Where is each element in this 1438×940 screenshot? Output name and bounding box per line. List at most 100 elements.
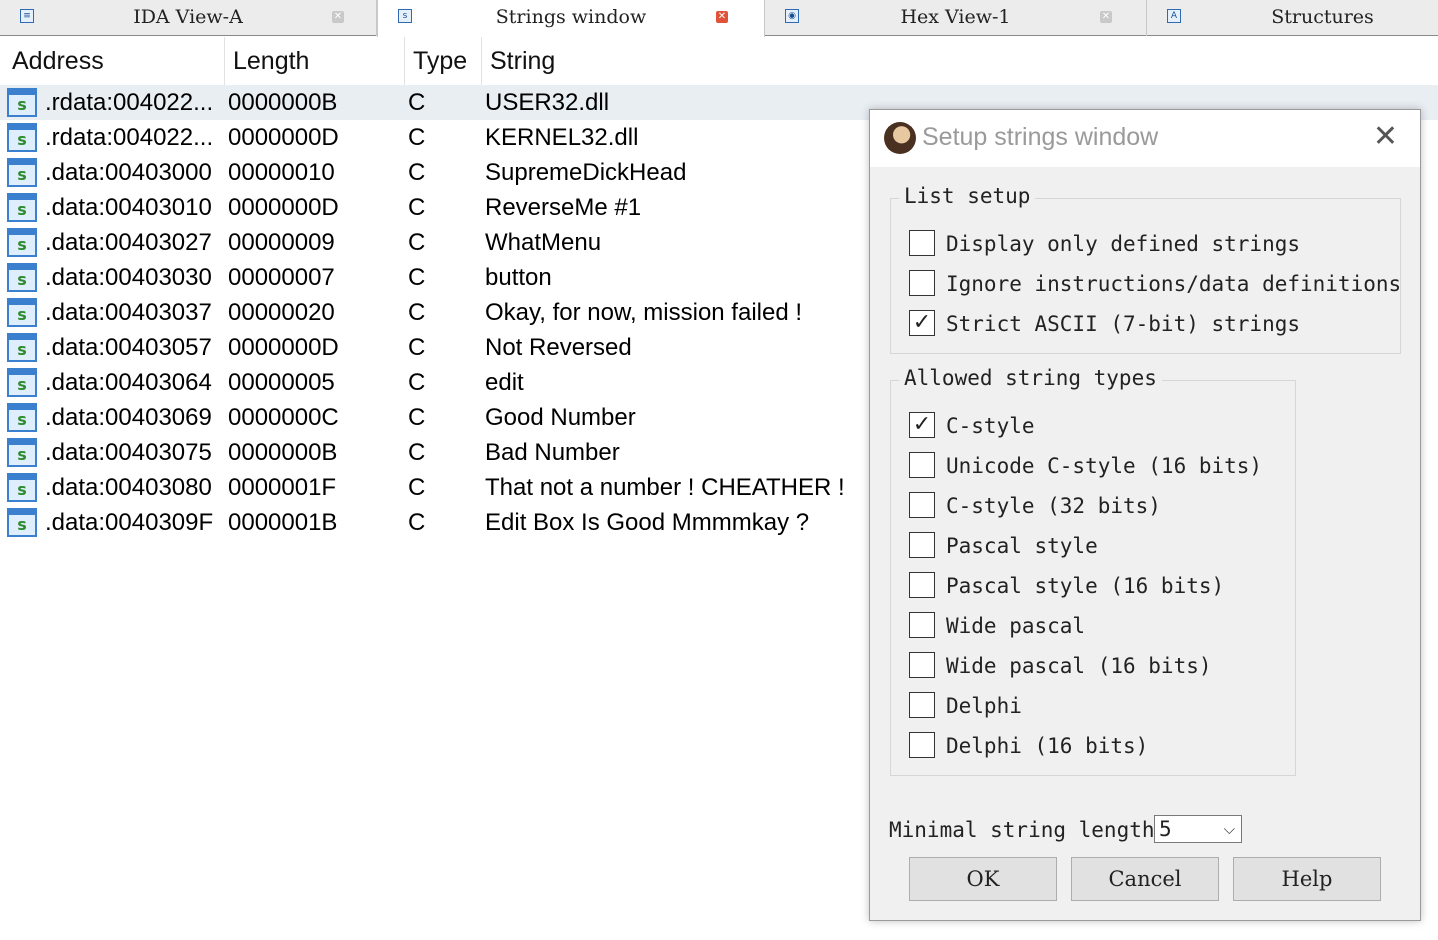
tab-hex-view-1[interactable]: ◉ Hex View-1 ✕ [765, 0, 1147, 36]
cell-length: 0000001B [228, 509, 338, 536]
tab-structures[interactable]: A Structures [1147, 0, 1438, 36]
checkbox[interactable] [909, 612, 935, 638]
checkbox[interactable] [909, 452, 935, 478]
tab-label: Strings window [495, 6, 647, 28]
cell-address: .data:00403080 [45, 474, 212, 501]
string-icon-glyph: s [17, 515, 27, 534]
cell-string: Bad Number [485, 439, 620, 466]
checkbox-label: Ignore instructions/data definitions [946, 272, 1402, 296]
tab-strings-window[interactable]: s Strings window ✕ [377, 0, 765, 37]
cancel-button[interactable]: Cancel [1071, 857, 1219, 901]
cell-type: C [408, 159, 426, 186]
cell-length: 0000000D [228, 124, 339, 151]
cell-type: C [408, 404, 426, 431]
checkbox[interactable]: ✓ [909, 412, 935, 438]
cell-string: WhatMenu [485, 229, 602, 256]
string-icon: s [7, 438, 37, 467]
close-icon[interactable]: ✕ [332, 11, 344, 23]
string-icon: s [7, 263, 37, 292]
cell-type: C [408, 439, 426, 466]
cell-length: 0000001F [228, 474, 337, 501]
string-icon-glyph: s [17, 235, 27, 254]
min-length-label: Minimal string length [889, 818, 1155, 842]
checkbox[interactable] [909, 732, 935, 758]
string-icon-glyph: s [17, 305, 27, 324]
string-icon: s [7, 123, 37, 152]
cell-type: C [408, 264, 426, 291]
cell-string: Good Number [485, 404, 636, 431]
cell-length: 00000009 [228, 229, 335, 256]
checkbox[interactable] [909, 652, 935, 678]
list-header: Address Length Type String [0, 37, 1438, 85]
dialog-title: Setup strings window [922, 123, 1159, 151]
cell-type: C [408, 474, 426, 501]
string-icon: s [7, 403, 37, 432]
checkbox-label: Delphi (16 bits) [946, 734, 1149, 758]
string-icon: s [7, 193, 37, 222]
checkbox[interactable] [909, 572, 935, 598]
tab-label: Structures [1271, 6, 1374, 28]
cell-address: .rdata:004022... [45, 124, 214, 151]
close-icon[interactable]: ✕ [1373, 120, 1398, 154]
cell-string: SupremeDickHead [485, 159, 687, 186]
string-icon: s [7, 333, 37, 362]
checkbox[interactable]: ✓ [909, 310, 935, 336]
help-button[interactable]: Help [1233, 857, 1381, 901]
list-setup-group: List setup Display only defined strings I… [890, 184, 1402, 354]
string-icon-glyph: s [17, 375, 27, 394]
string-icon-glyph: s [17, 480, 27, 499]
checkbox[interactable] [909, 692, 935, 718]
cell-address: .data:0040309F [45, 509, 214, 536]
checkbox-label: Pascal style (16 bits) [946, 574, 1225, 598]
cell-length: 0000000B [228, 439, 338, 466]
string-icon-glyph: s [17, 200, 27, 219]
group-title-list-setup: List setup [899, 184, 1036, 208]
column-header-string[interactable]: String [482, 37, 1438, 85]
string-icon: s [7, 508, 37, 537]
setup-strings-dialog: Setup strings window ✕ List setup Displa… [869, 109, 1421, 921]
ida-logo-icon [884, 122, 916, 154]
string-icon: s [7, 158, 37, 187]
chevron-down-icon: ⌵ [1223, 820, 1235, 838]
checkbox-label: Wide pascal [946, 614, 1086, 638]
cell-length: 0000000B [228, 89, 338, 116]
string-icon-glyph: s [17, 445, 27, 464]
checkbox-label: Display only defined strings [946, 232, 1301, 256]
checkbox-label: Strict ASCII (7-bit) strings [946, 312, 1301, 336]
checkbox-label: Pascal style [946, 534, 1098, 558]
string-icon-glyph: s [17, 165, 27, 184]
cell-string: Okay, for now, mission failed ! [485, 299, 803, 326]
tab-ida-view-a[interactable]: ≡ IDA View-A ✕ [0, 0, 377, 36]
ok-button[interactable]: OK [909, 857, 1057, 901]
cell-string: Edit Box Is Good Mmmmkay ? [485, 509, 810, 536]
string-icon: s [7, 298, 37, 327]
cell-address: .rdata:004022... [45, 89, 214, 116]
column-header-address[interactable]: Address [4, 37, 225, 85]
close-icon[interactable]: ✕ [1100, 11, 1112, 23]
allowed-types-group: Allowed string types ✓ C-style Unicode C-s… [890, 366, 1296, 776]
checkbox-label: Delphi [946, 694, 1022, 718]
column-header-type[interactable]: Type [405, 37, 482, 85]
column-header-length[interactable]: Length [225, 37, 405, 85]
checkbox[interactable] [909, 492, 935, 518]
checkbox[interactable] [909, 270, 935, 296]
group-title-allowed-types: Allowed string types [899, 366, 1162, 390]
cell-type: C [408, 334, 426, 361]
cell-address: .data:00403000 [45, 159, 212, 186]
cell-address: .data:00403057 [45, 334, 212, 361]
close-icon[interactable]: ✕ [716, 11, 728, 23]
checkbox[interactable] [909, 230, 935, 256]
cell-type: C [408, 194, 426, 221]
checkbox[interactable] [909, 532, 935, 558]
structures-icon: A [1167, 9, 1181, 23]
cell-string: ReverseMe #1 [485, 194, 642, 221]
dialog-titlebar[interactable]: Setup strings window ✕ [870, 110, 1420, 167]
cell-length: 00000007 [228, 264, 335, 291]
cell-length: 0000000C [228, 404, 339, 431]
string-icon-glyph: s [17, 410, 27, 429]
string-icon-glyph: s [17, 95, 27, 114]
cell-length: 0000000D [228, 334, 339, 361]
min-length-select[interactable]: 5 ⌵ [1154, 815, 1242, 843]
cell-string: USER32.dll [485, 89, 610, 116]
cell-type: C [408, 124, 426, 151]
